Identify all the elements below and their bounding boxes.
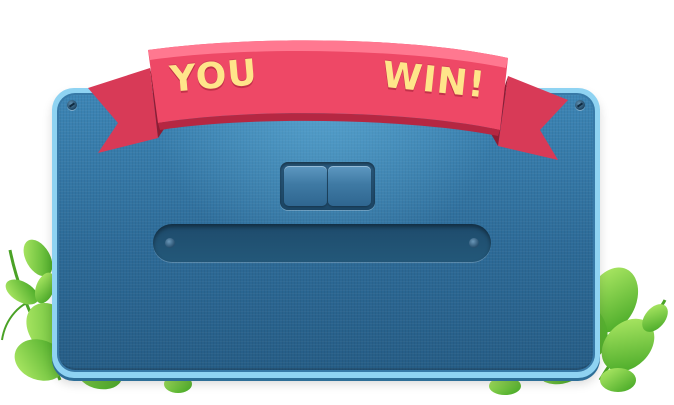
win-dialog: YOU WIN!: [0, 0, 674, 405]
pause-button[interactable]: [280, 162, 375, 210]
bolt-icon: [165, 238, 175, 248]
win-ribbon: [88, 40, 568, 160]
bolt-icon: [469, 238, 479, 248]
screw-icon: [67, 100, 77, 110]
banner-word-you: YOU: [168, 52, 260, 101]
screw-icon: [575, 100, 585, 110]
progress-bar: [153, 224, 491, 262]
pause-icon-left-bar: [284, 166, 327, 206]
pause-icon-right-bar: [328, 166, 371, 206]
